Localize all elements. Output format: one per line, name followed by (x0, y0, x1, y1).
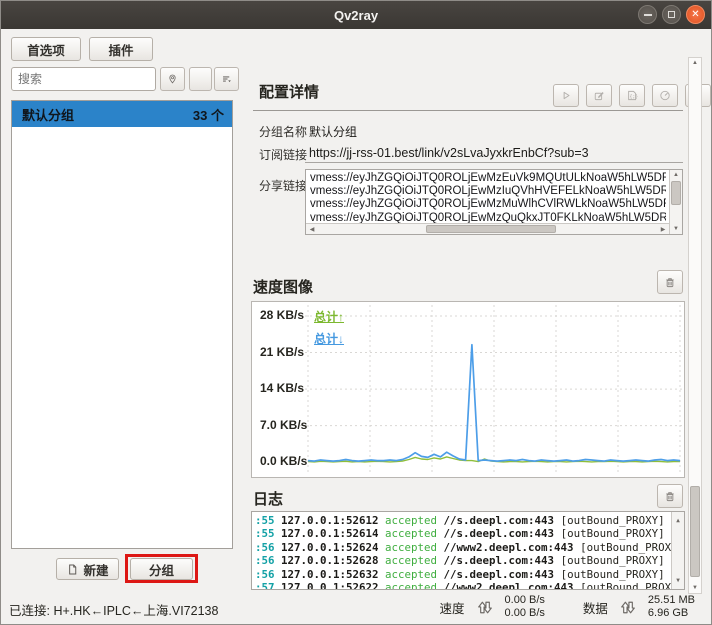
sort-descending-icon (221, 71, 232, 87)
chart-legend: 总计↑ 总计↓ (314, 308, 344, 347)
latency-test-button[interactable] (652, 84, 678, 107)
log-vertical-scrollbar[interactable]: ▲ ▼ (671, 512, 684, 589)
share-links-label: 分享链接 (259, 177, 307, 194)
share-link-line: vmess://eyJhZGQiOiJTQ0ROLjEwMzQuQkxJT0FK… (310, 212, 666, 223)
edit-pencil-icon (593, 88, 605, 103)
scrollbar-thumb[interactable] (426, 225, 556, 233)
up-down-arrows-icon (475, 599, 495, 616)
scroll-down-icon[interactable]: ▼ (672, 574, 684, 587)
subscription-label: 订阅链接 (259, 146, 307, 163)
blank-button[interactable] (189, 67, 212, 91)
group-name-value: 默认分组 (309, 123, 357, 140)
plugins-button[interactable]: 插件 (89, 37, 153, 61)
scroll-up-icon[interactable]: ▲ (670, 172, 682, 178)
legend-total-up[interactable]: 总计↑ (314, 308, 344, 325)
data-down-value: 6.96 GB (648, 607, 695, 620)
new-connection-button[interactable]: 新建 (56, 558, 119, 580)
group-count-badge: 33 个 (193, 105, 224, 124)
y-axis-tick-label: 21 KB/s (260, 345, 304, 359)
log-line: :56 127.0.0.1:52628 accepted //s.deepl.c… (255, 554, 668, 567)
y-axis-tick-label: 28 KB/s (260, 308, 304, 322)
share-horizontal-scrollbar[interactable]: ◀ ▶ (306, 223, 669, 234)
log-lines: :55 127.0.0.1:52612 accepted //s.deepl.c… (255, 514, 668, 590)
log-line: :55 127.0.0.1:52612 accepted //s.deepl.c… (255, 514, 668, 527)
log-title: 日志 (253, 488, 283, 509)
close-icon: ✕ (691, 10, 699, 20)
share-link-line: vmess://eyJhZGQiOiJTQ0ROLjEwMzEuVk9MQUtU… (310, 172, 666, 185)
connection-group-list[interactable]: 默认分组 33 个 (11, 100, 233, 549)
locate-current-button[interactable] (160, 67, 185, 91)
scroll-left-icon[interactable]: ◀ (308, 226, 316, 233)
log-line: :56 127.0.0.1:52624 accepted //www2.deep… (255, 541, 668, 554)
data-label: 数据 (583, 598, 608, 617)
group-name-label: 分组名称 (259, 123, 307, 140)
share-links-content: vmess://eyJhZGQiOiJTQ0ROLjEwMzEuVk9MQUtU… (310, 172, 666, 223)
up-down-arrows-icon (618, 599, 638, 616)
new-button-label: 新建 (83, 560, 108, 579)
minimize-icon (644, 14, 652, 16)
group-button[interactable]: 分组 (130, 558, 193, 580)
speed-down-value: 0.00 B/s (505, 607, 545, 620)
scroll-down-icon[interactable]: ▼ (670, 226, 682, 232)
subscription-url-input[interactable]: https://jj-rss-01.best/link/v2sLvaJyxkrE… (309, 146, 589, 160)
edit-button[interactable] (586, 84, 612, 107)
speed-graph-title: 速度图像 (253, 276, 313, 297)
speed-chart: 总计↑ 总计↓ 28 KB/s 21 KB/s 14 KB/s 7.0 KB/s 0.0… (251, 301, 685, 478)
share-link-line: vmess://eyJhZGQiOiJTQ0ROLjEwMzIuQVhHVEFE… (310, 185, 666, 198)
scrollbar-thumb[interactable] (690, 486, 700, 577)
close-button[interactable]: ✕ (686, 5, 705, 24)
maximize-button[interactable] (662, 5, 681, 24)
log-output[interactable]: ▲ ▼ :55 127.0.0.1:52612 accepted //s.dee… (251, 511, 685, 590)
sort-button[interactable] (214, 67, 239, 91)
scroll-up-icon[interactable]: ▲ (689, 60, 701, 66)
share-vertical-scrollbar[interactable]: ▲ ▼ (669, 170, 682, 234)
speed-label: 速度 (440, 598, 465, 617)
config-details-title: 配置详情 (259, 81, 319, 102)
input-underline (305, 162, 683, 163)
section-divider (253, 110, 683, 111)
start-button[interactable] (553, 84, 579, 107)
maximize-icon (668, 11, 675, 18)
map-pin-icon (167, 71, 178, 87)
clear-graph-button[interactable] (657, 270, 683, 294)
preferences-button[interactable]: 首选项 (11, 37, 81, 61)
panel-vertical-scrollbar[interactable]: ▲ ▼ (688, 57, 702, 594)
clear-log-button[interactable] (657, 484, 683, 508)
json-file-icon: {;} (626, 88, 638, 103)
search-input[interactable] (11, 67, 156, 91)
svg-text:{;}: {;} (629, 94, 638, 100)
y-axis-tick-label: 0.0 KB/s (260, 454, 307, 468)
speed-up-value: 0.00 B/s (505, 594, 545, 607)
play-icon (560, 88, 572, 103)
connection-status: 已连接: H+.HK←IPLC←上海.VI72138 (9, 600, 218, 619)
traffic-stats: 速度 0.00 B/s 0.00 B/s 数据 25.51 MB 6.96 GB (440, 594, 695, 620)
new-document-icon (66, 563, 79, 576)
legend-total-down[interactable]: 总计↓ (314, 330, 344, 347)
y-axis-tick-label: 14 KB/s (260, 381, 304, 395)
share-link-line: vmess://eyJhZGQiOiJTQ0ROLjEwMzMuWlhCVlRW… (310, 198, 666, 211)
share-links-textarea[interactable]: vmess://eyJhZGQiOiJTQ0ROLjEwMzEuVk9MQUtU… (305, 169, 683, 235)
y-axis-tick-label: 7.0 KB/s (260, 418, 307, 432)
log-line: :57 127.0.0.1:52622 accepted //www2.deep… (255, 581, 668, 590)
data-up-value: 25.51 MB (648, 594, 695, 607)
trash-icon (664, 275, 676, 290)
group-row-default[interactable]: 默认分组 33 个 (12, 101, 232, 127)
scroll-up-icon[interactable]: ▲ (672, 514, 684, 527)
chart-series-1 (308, 345, 680, 461)
scroll-down-icon[interactable]: ▼ (689, 585, 701, 591)
qv2ray-window: Qv2ray ✕ 首选项 插件 默认分组 33 个 (0, 0, 712, 625)
edit-json-button[interactable]: {;} (619, 84, 645, 107)
scroll-right-icon[interactable]: ▶ (659, 226, 667, 233)
trash-icon (664, 489, 676, 504)
latency-gauge-icon (659, 88, 671, 103)
log-line: :55 127.0.0.1:52614 accepted //s.deepl.c… (255, 527, 668, 540)
window-title: Qv2ray (334, 8, 378, 23)
scrollbar-thumb[interactable] (671, 181, 681, 205)
log-line: :56 127.0.0.1:52632 accepted //s.deepl.c… (255, 568, 668, 581)
group-name: 默认分组 (22, 105, 74, 124)
minimize-button[interactable] (638, 5, 657, 24)
titlebar[interactable]: Qv2ray ✕ (1, 1, 711, 29)
